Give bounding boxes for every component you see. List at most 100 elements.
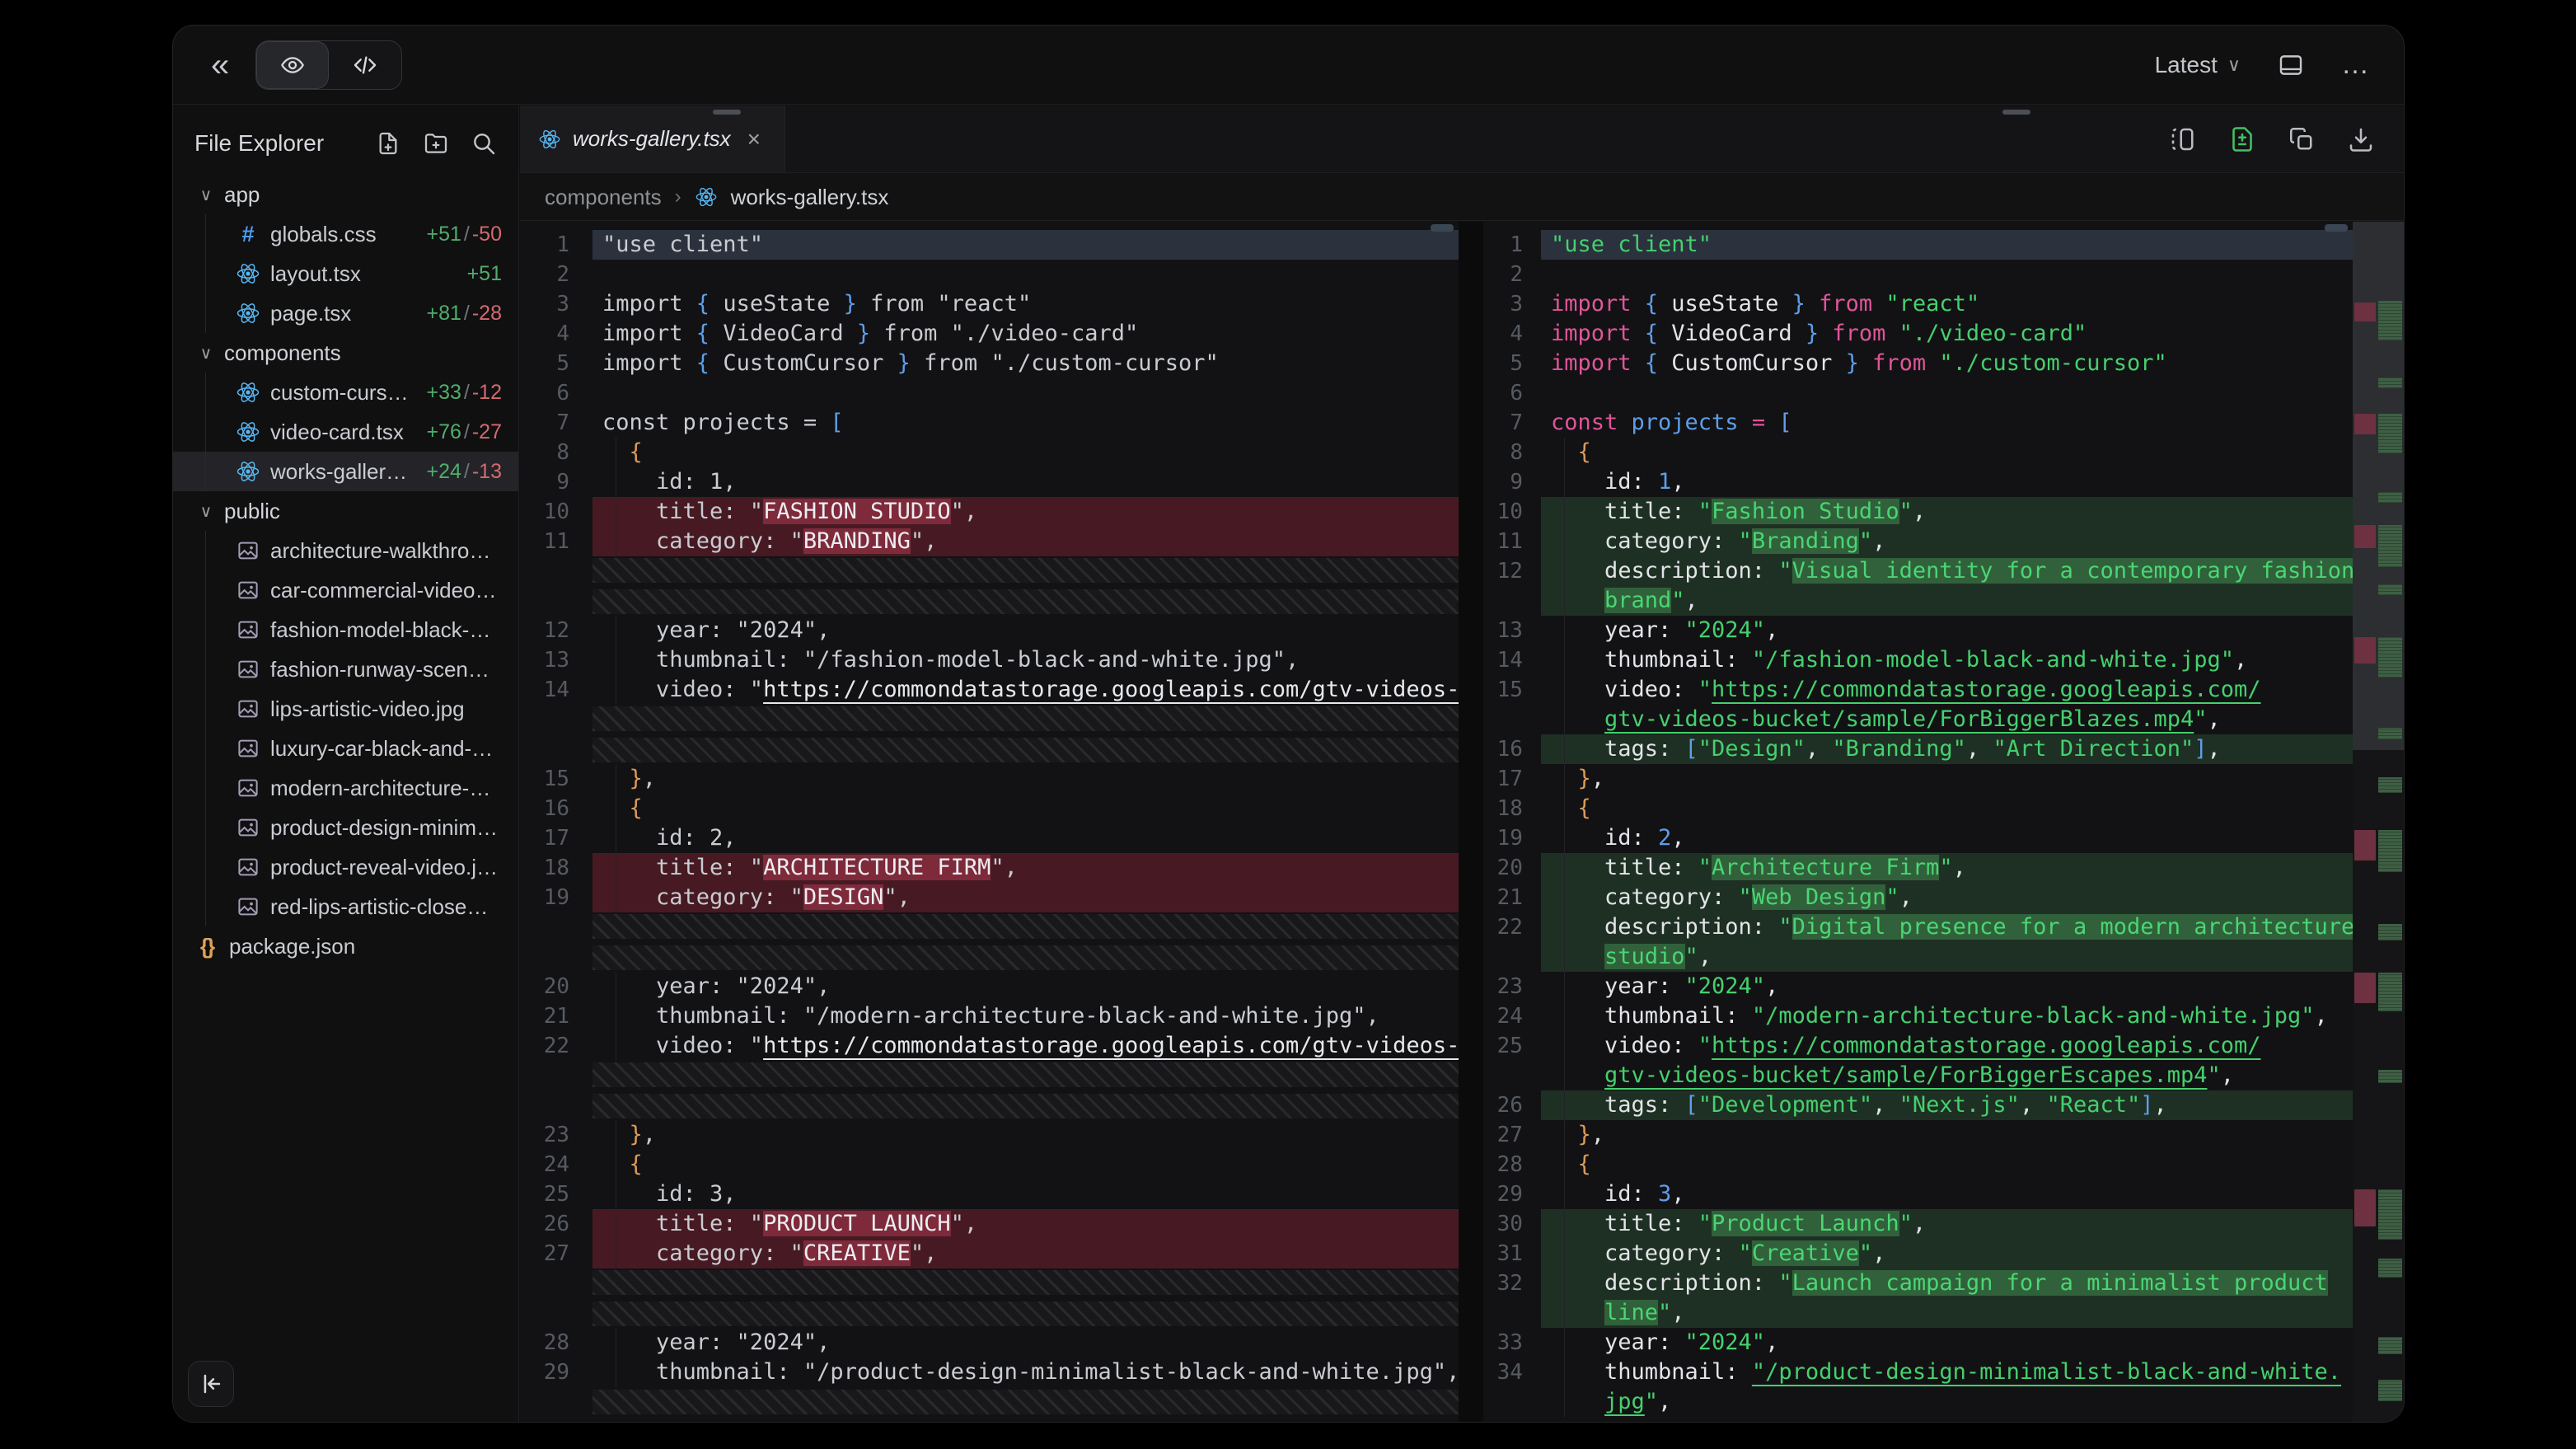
tree-item-label: video-card.tsx [270,420,404,445]
tree-file-layout.tsx[interactable]: layout.tsx+51 [173,254,518,293]
image-file-icon [236,657,260,682]
new-pane-scrollbar[interactable] [2325,224,2348,232]
code-text: studio", [1541,942,2353,972]
overview-addition-block [2378,1070,2402,1083]
code-line: 15 }, [520,764,1459,794]
tree-file-package.json[interactable]: {}package.json [173,926,518,966]
line-number [1483,1387,1541,1417]
code-toggle-button[interactable] [329,41,401,89]
diff-pane-old[interactable]: 1"use client"23import { useState } from … [520,222,1459,1422]
tree-file-fashion-model-black-[interactable]: fashion-model-black-… [173,610,518,649]
code-text: year: "2024", [1541,616,2353,645]
tree-file-red-lips-artistic-close-[interactable]: red-lips-artistic-close… [173,887,518,926]
tree-file-product-reveal-video.j-[interactable]: product-reveal-video.j… [173,847,518,887]
overview-addition-block [2378,1337,2402,1355]
tree-folder-components[interactable]: ∨components [173,333,518,373]
code-text: import { useState } from "react" [592,289,1459,319]
line-number: 1 [520,230,592,260]
code-text: thumbnail: "/product-design-minimalist-b… [1541,1358,2353,1387]
pane-divider[interactable] [1459,222,1483,1422]
tree-file-video-card.tsx[interactable]: video-card.tsx+76/-27 [173,412,518,452]
right-pane-scroll-dash[interactable] [2002,110,2030,115]
line-number: 5 [1483,349,1541,378]
view-toggle [255,40,402,90]
tree-file-car-commercial-video-[interactable]: car-commercial-video… [173,570,518,610]
tree-indent-guide [205,293,206,333]
new-folder-button[interactable] [423,130,449,157]
line-number [1483,942,1541,972]
version-label: Latest [2155,52,2218,78]
line-number: 9 [1483,467,1541,497]
overview-deletion-block [2354,973,2376,1002]
tree-file-globals.css[interactable]: #globals.css+51/-50 [173,214,518,254]
preview-toggle-button[interactable] [256,41,329,89]
breadcrumb: components › works-gallery.tsx [520,174,2404,221]
line-number: 23 [1483,972,1541,1001]
diff-pane-new[interactable]: 1"use client"23import { useState } from … [1483,222,2353,1422]
image-file-icon [236,736,260,761]
copy-button[interactable] [2287,124,2316,154]
download-button[interactable] [2346,124,2376,154]
code-text: category: "Branding", [1541,527,2353,556]
breadcrumb-file[interactable]: works-gallery.tsx [731,185,889,210]
code-line: 29 id: 3, [1483,1179,2353,1209]
left-pane-scroll-dash[interactable] [713,110,741,115]
code-text: brand", [1541,586,2353,616]
code-text: title: "Fashion Studio", [1541,497,2353,527]
code-text: { [592,1150,1459,1179]
line-number: 2 [520,260,592,289]
version-dropdown[interactable]: Latest ∨ [2155,52,2241,78]
line-number: 22 [1483,912,1541,942]
line-number: 18 [520,853,592,883]
line-number: 27 [1483,1120,1541,1150]
tree-file-page.tsx[interactable]: page.tsx+81/-28 [173,293,518,333]
image-file-icon [236,578,260,603]
tree-file-luxury-car-black-and-[interactable]: luxury-car-black-and-… [173,729,518,768]
panel-layout-button[interactable] [2277,51,2305,79]
tree-file-lips-artistic-video.jpg[interactable]: lips-artistic-video.jpg [173,689,518,729]
tree-indent-guide [205,570,206,610]
code-line: 26 title: "PRODUCT LAUNCH", [520,1209,1459,1239]
diff-view-button[interactable] [2227,124,2257,154]
overview-addition-block [2378,414,2402,453]
tree-folder-app[interactable]: ∨app [173,175,518,214]
diff-overview-gutter[interactable] [2353,222,2404,1422]
line-number: 29 [1483,1179,1541,1209]
line-number: 30 [1483,1209,1541,1239]
tab-close-icon[interactable]: × [747,126,761,152]
react-file-icon [236,420,260,444]
code-text: id: 2, [592,823,1459,853]
line-number: 33 [1483,1328,1541,1358]
tree-folder-public[interactable]: ∨public [173,491,518,531]
more-options-button[interactable]: … [2341,49,2371,81]
line-number: 11 [520,527,592,556]
tree-file-fashion-runway-scen-[interactable]: fashion-runway-scen… [173,649,518,689]
code-text: title: "Product Launch", [1541,1209,2353,1239]
image-file-icon [236,617,260,642]
tree-item-label: custom-curs… [270,380,409,406]
code-text: { [592,794,1459,823]
breadcrumb-folder[interactable]: components [545,185,662,210]
code-text: video: "https://commondatastorage.google… [592,1031,1459,1061]
code-line: 6 [1483,378,2353,408]
code-text: id: 1, [592,467,1459,497]
collapse-panel-button[interactable]: « [206,49,234,82]
diff-alignment-gap [520,1061,1459,1120]
tree-file-works-galler-[interactable]: works-galler…+24/-13 [173,452,518,491]
code-line: 22 video: "https://commondatastorage.goo… [520,1031,1459,1061]
code-text: video: "https://commondatastorage.google… [1541,1031,2353,1061]
tree-file-architecture-walkthro-[interactable]: architecture-walkthro… [173,531,518,570]
line-number: 31 [1483,1239,1541,1268]
tree-file-product-design-minim-[interactable]: product-design-minim… [173,808,518,847]
collapse-sidebar-button[interactable] [188,1361,234,1407]
code-line: 12 year: "2024", [520,616,1459,645]
tab-works-gallery[interactable]: works-gallery.tsx × [520,106,785,172]
new-file-button[interactable] [375,130,401,157]
tree-file-custom-curs-[interactable]: custom-curs…+33/-12 [173,373,518,412]
search-button[interactable] [471,130,497,157]
split-view-button[interactable] [2168,124,2198,154]
tree-file-modern-architecture-[interactable]: modern-architecture-… [173,768,518,808]
old-pane-scrollbar[interactable] [1431,224,1454,232]
chevron-right-icon: › [675,185,681,209]
code-text: title: "Architecture Firm", [1541,853,2353,883]
